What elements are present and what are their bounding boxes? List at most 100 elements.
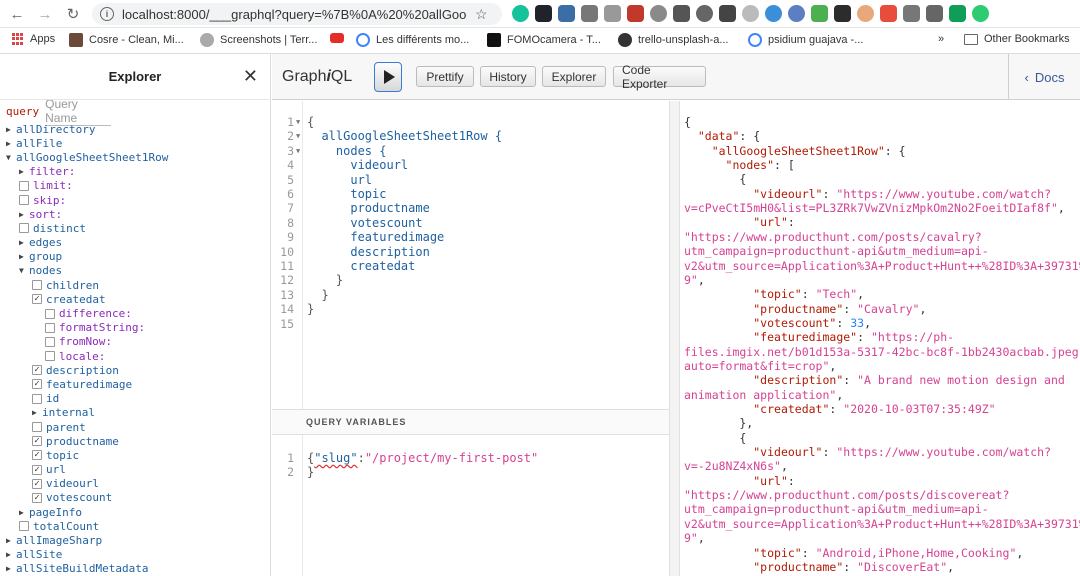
docs-button[interactable]: ‹ Docs xyxy=(1008,54,1080,100)
extension-video-icon[interactable] xyxy=(834,5,851,22)
extension-history-icon[interactable] xyxy=(696,5,713,22)
query-variables-header[interactable]: QUERY VARIABLES xyxy=(272,409,669,435)
checkbox-checked-icon[interactable]: ✓ xyxy=(32,478,42,489)
explorer-tree-item[interactable]: ▶ internal xyxy=(6,406,270,420)
caret-right-icon[interactable]: ▶ xyxy=(6,125,16,134)
checkbox-checked-icon[interactable]: ✓ xyxy=(32,464,42,475)
explorer-button[interactable]: Explorer xyxy=(542,66,606,87)
bookmark-psidium[interactable]: psidium guajava -... xyxy=(748,33,863,47)
explorer-tree-item[interactable]: ▶ pageInfo xyxy=(6,505,270,519)
checkbox-icon[interactable] xyxy=(19,223,29,234)
caret-down-icon[interactable]: ▼ xyxy=(19,266,29,275)
caret-right-icon[interactable]: ▶ xyxy=(32,408,42,417)
bookmarks-overflow-button[interactable]: » xyxy=(938,33,944,45)
close-icon[interactable]: ✕ xyxy=(243,66,258,87)
url-text[interactable]: localhost:8000/___graphql?query=%7B%0A%2… xyxy=(122,7,467,22)
checkbox-icon[interactable] xyxy=(32,422,42,433)
caret-right-icon[interactable]: ▶ xyxy=(6,550,16,559)
extension-pen-icon[interactable] xyxy=(811,5,828,22)
explorer-tree-item[interactable]: ✓ createdat xyxy=(6,292,270,306)
caret-right-icon[interactable]: ▶ xyxy=(19,508,29,517)
caret-right-icon[interactable]: ▶ xyxy=(19,238,29,247)
explorer-tree-item[interactable]: fromNow: xyxy=(6,335,270,349)
bookmark-trello-unsplash[interactable]: trello-unsplash-a... xyxy=(618,33,729,47)
caret-right-icon[interactable]: ▶ xyxy=(19,167,29,176)
checkbox-checked-icon[interactable]: ✓ xyxy=(32,436,42,447)
checkbox-checked-icon[interactable]: ✓ xyxy=(32,379,42,390)
explorer-tree-item[interactable]: ✓ videourl xyxy=(6,477,270,491)
explorer-tree-item[interactable]: ✓ topic xyxy=(6,448,270,462)
explorer-tree-item[interactable]: ✓ votescount xyxy=(6,491,270,505)
extension-grammarly-icon[interactable] xyxy=(512,5,529,22)
fold-icon[interactable]: ▼ xyxy=(296,147,300,155)
bookmark-youtube[interactable] xyxy=(330,33,344,43)
extension-compass-icon[interactable] xyxy=(788,5,805,22)
execute-query-button[interactable] xyxy=(374,62,402,92)
checkbox-checked-icon[interactable]: ✓ xyxy=(32,492,42,503)
checkbox-icon[interactable] xyxy=(19,195,29,206)
explorer-tree-item[interactable]: ▶ edges xyxy=(6,236,270,250)
explorer-tree-item[interactable]: ▶ allSite xyxy=(6,548,270,562)
extension-dollar-icon[interactable] xyxy=(604,5,621,22)
extension-layers-icon[interactable] xyxy=(673,5,690,22)
fold-icon[interactable]: ▼ xyxy=(296,132,300,140)
explorer-tree-item[interactable]: ✓ productname xyxy=(6,434,270,448)
extension-notes-icon[interactable] xyxy=(627,5,644,22)
extension-beam-icon[interactable] xyxy=(880,5,897,22)
explorer-tree-item[interactable]: formatString: xyxy=(6,321,270,335)
explorer-tree-item[interactable]: difference: xyxy=(6,306,270,320)
bookmark-fomocamera[interactable]: FOMOcamera - T... xyxy=(487,33,601,47)
explorer-tree-item[interactable]: ▶ allSiteBuildMetadata xyxy=(6,562,270,576)
reload-icon[interactable]: ↻ xyxy=(60,1,86,27)
history-button[interactable]: History xyxy=(480,66,536,87)
bookmark-other-bookmarks[interactable]: Other Bookmarks xyxy=(964,33,1070,45)
info-icon[interactable]: i xyxy=(100,7,114,21)
query-variables-editor[interactable]: 1 2 {"slug":"/project/my-first-post" } xyxy=(272,435,669,576)
checkbox-icon[interactable] xyxy=(45,351,55,362)
explorer-tree-item[interactable]: ▶ allDirectory xyxy=(6,122,270,136)
explorer-tree-item[interactable]: totalCount xyxy=(6,519,270,533)
checkbox-icon[interactable] xyxy=(45,322,55,333)
result-splitter[interactable] xyxy=(669,101,680,576)
extension-chart-icon[interactable] xyxy=(903,5,920,22)
explorer-tree-item[interactable]: distinct xyxy=(6,221,270,235)
extension-avatar-icon[interactable] xyxy=(857,5,874,22)
caret-down-icon[interactable]: ▼ xyxy=(6,153,16,162)
back-icon[interactable]: ← xyxy=(4,1,30,27)
checkbox-checked-icon[interactable]: ✓ xyxy=(32,450,42,461)
caret-right-icon[interactable]: ▶ xyxy=(19,252,29,261)
extension-cloud-icon[interactable] xyxy=(742,5,759,22)
explorer-tree-item[interactable]: parent xyxy=(6,420,270,434)
fold-icon[interactable]: ▼ xyxy=(296,118,300,126)
extension-lock-icon[interactable] xyxy=(719,5,736,22)
star-icon[interactable]: ☆ xyxy=(475,6,488,23)
explorer-tree-item[interactable]: limit: xyxy=(6,179,270,193)
extension-sheets-icon[interactable] xyxy=(949,5,966,22)
extensions-puzzle-icon[interactable] xyxy=(926,5,943,22)
explorer-tree-item[interactable]: ▶ filter: xyxy=(6,165,270,179)
explorer-tree-item[interactable]: ▶ allFile xyxy=(6,136,270,150)
checkbox-icon[interactable] xyxy=(45,308,55,319)
caret-right-icon[interactable]: ▶ xyxy=(19,210,29,219)
explorer-tree-item[interactable]: id xyxy=(6,392,270,406)
extension-vue-icon[interactable] xyxy=(558,5,575,22)
extension-react-icon[interactable] xyxy=(535,5,552,22)
extension-settings-icon[interactable] xyxy=(650,5,667,22)
explorer-tree-item[interactable]: ▼ allGoogleSheetSheet1Row xyxy=(6,150,270,164)
caret-right-icon[interactable]: ▶ xyxy=(6,564,16,573)
bookmark-les-differents[interactable]: Les différents mo... xyxy=(356,33,469,47)
checkbox-icon[interactable] xyxy=(32,280,42,291)
caret-right-icon[interactable]: ▶ xyxy=(6,536,16,545)
explorer-tree-item[interactable]: locale: xyxy=(6,349,270,363)
explorer-tree-item[interactable]: ▼ nodes xyxy=(6,264,270,278)
caret-right-icon[interactable]: ▶ xyxy=(6,139,16,148)
code-exporter-button[interactable]: Code Exporter xyxy=(613,63,706,91)
bookmark-cosre[interactable]: Cosre - Clean, Mi... xyxy=(69,33,184,47)
checkbox-checked-icon[interactable]: ✓ xyxy=(32,365,42,376)
explorer-tree-item[interactable]: ✓ description xyxy=(6,363,270,377)
explorer-tree-item[interactable]: ✓ featuredimage xyxy=(6,377,270,391)
checkbox-icon[interactable] xyxy=(19,180,29,191)
checkbox-icon[interactable] xyxy=(32,393,42,404)
explorer-tree-item[interactable]: children xyxy=(6,278,270,292)
prettify-button[interactable]: Prettify xyxy=(416,66,474,87)
